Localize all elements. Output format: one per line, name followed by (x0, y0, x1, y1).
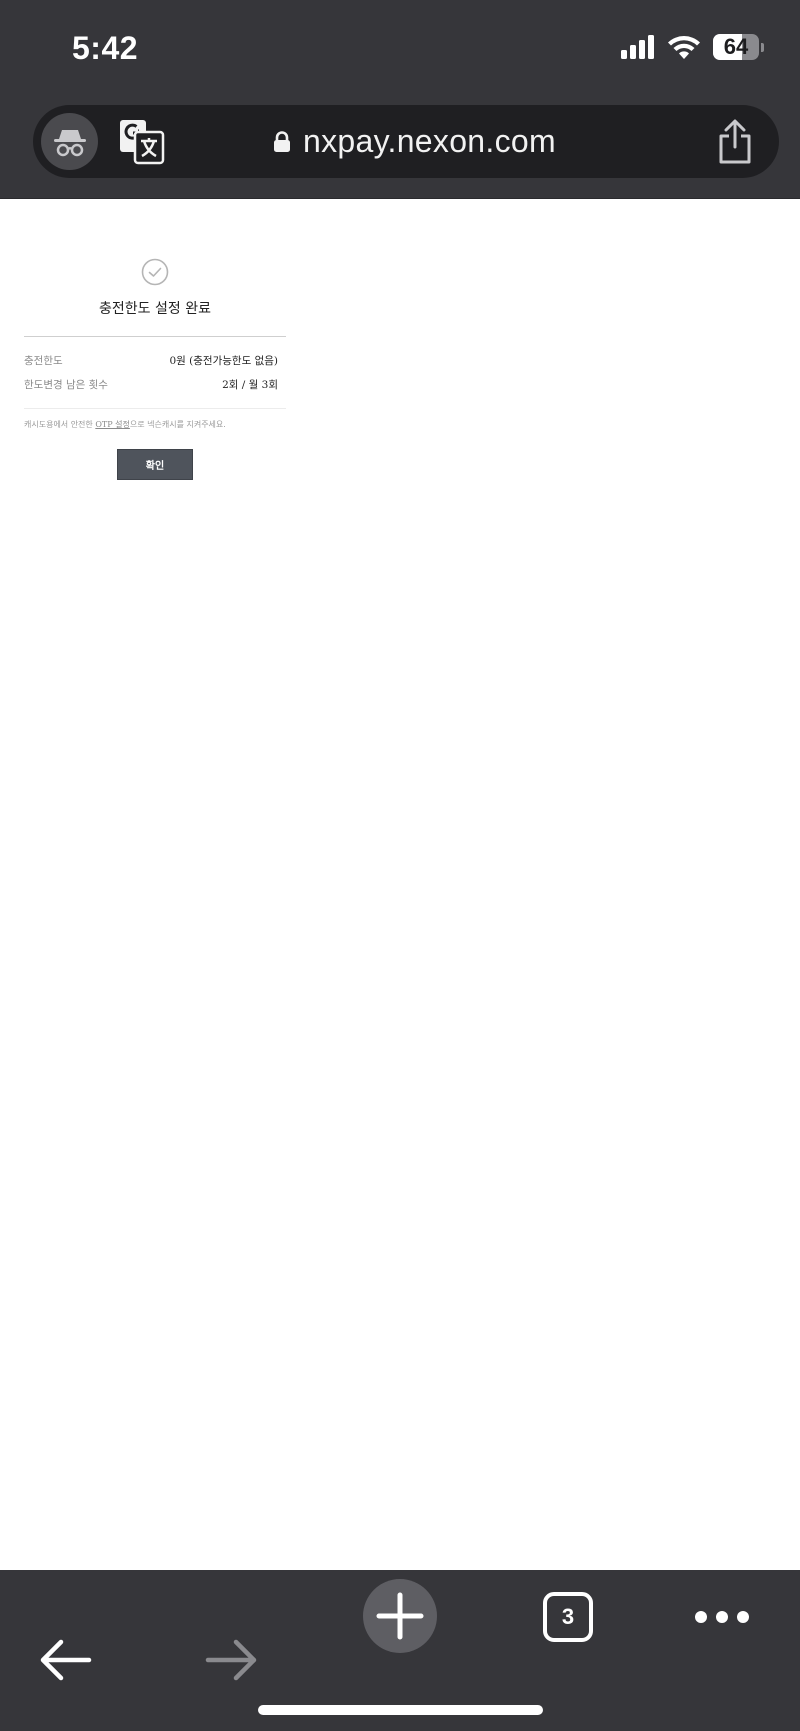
back-button[interactable] (30, 1615, 100, 1705)
forward-arrow-icon (205, 1639, 257, 1681)
back-arrow-icon (40, 1639, 92, 1681)
divider (24, 408, 286, 409)
more-button[interactable] (688, 1572, 756, 1662)
divider (24, 336, 286, 337)
lock-icon (274, 130, 290, 152)
new-tab-button[interactable] (363, 1579, 437, 1653)
notice-suffix: 으로 넥슨캐시를 지켜주세요. (129, 420, 226, 429)
battery-percent: 64 (723, 34, 749, 59)
info-value: 2회 / 월 3회 (222, 379, 278, 391)
url-text: nxpay.nexon.com (303, 123, 556, 159)
confirm-button[interactable]: 확인 (117, 449, 193, 480)
url-display[interactable]: nxpay.nexon.com (273, 105, 556, 178)
notice-prefix: 캐시도용에서 안전한 (24, 420, 96, 429)
info-row-charge-limit: 충전한도 0원 (충전가능한도 없음) (24, 354, 286, 368)
otp-notice: 캐시도용에서 안전한 OTP 설정으로 넥슨캐시를 지켜주세요. (24, 419, 286, 431)
address-bar[interactable]: nxpay.nexon.com (33, 105, 779, 178)
share-button[interactable] (715, 119, 755, 165)
incognito-icon (53, 129, 86, 156)
charge-limit-result: 충전한도 설정 완료 충전한도 0원 (충전가능한도 없음) 한도변경 남은 횟… (24, 258, 286, 480)
battery-icon: 64 (713, 34, 759, 60)
translate-icon (120, 120, 165, 165)
forward-button[interactable] (197, 1615, 267, 1705)
status-time: 5:42 (72, 30, 139, 66)
info-label: 충전한도 (24, 355, 63, 367)
tabs-icon[interactable]: 3 (543, 1592, 593, 1642)
check-circle-icon (141, 258, 169, 286)
page-title: 충전한도 설정 완료 (99, 301, 211, 317)
more-icon (695, 1611, 749, 1623)
info-value: 0원 (충전가능한도 없음) (169, 355, 279, 367)
home-indicator[interactable] (258, 1705, 543, 1715)
wifi-icon (668, 36, 700, 59)
cellular-signal-icon (621, 35, 654, 59)
browser-top-chrome: 5:42 64 nxpay.nexon.com (0, 0, 800, 199)
status-icons: 64 (621, 34, 764, 60)
plus-icon (376, 1592, 424, 1640)
translate-button[interactable] (119, 119, 165, 165)
otp-setting-link[interactable]: OTP 설정 (95, 420, 130, 429)
share-icon (719, 119, 751, 164)
battery-tip (761, 42, 764, 52)
incognito-button[interactable] (41, 113, 98, 170)
info-row-remaining-changes: 한도변경 남은 횟수 2회 / 월 3회 (24, 378, 286, 392)
info-label: 한도변경 남은 횟수 (24, 379, 108, 391)
